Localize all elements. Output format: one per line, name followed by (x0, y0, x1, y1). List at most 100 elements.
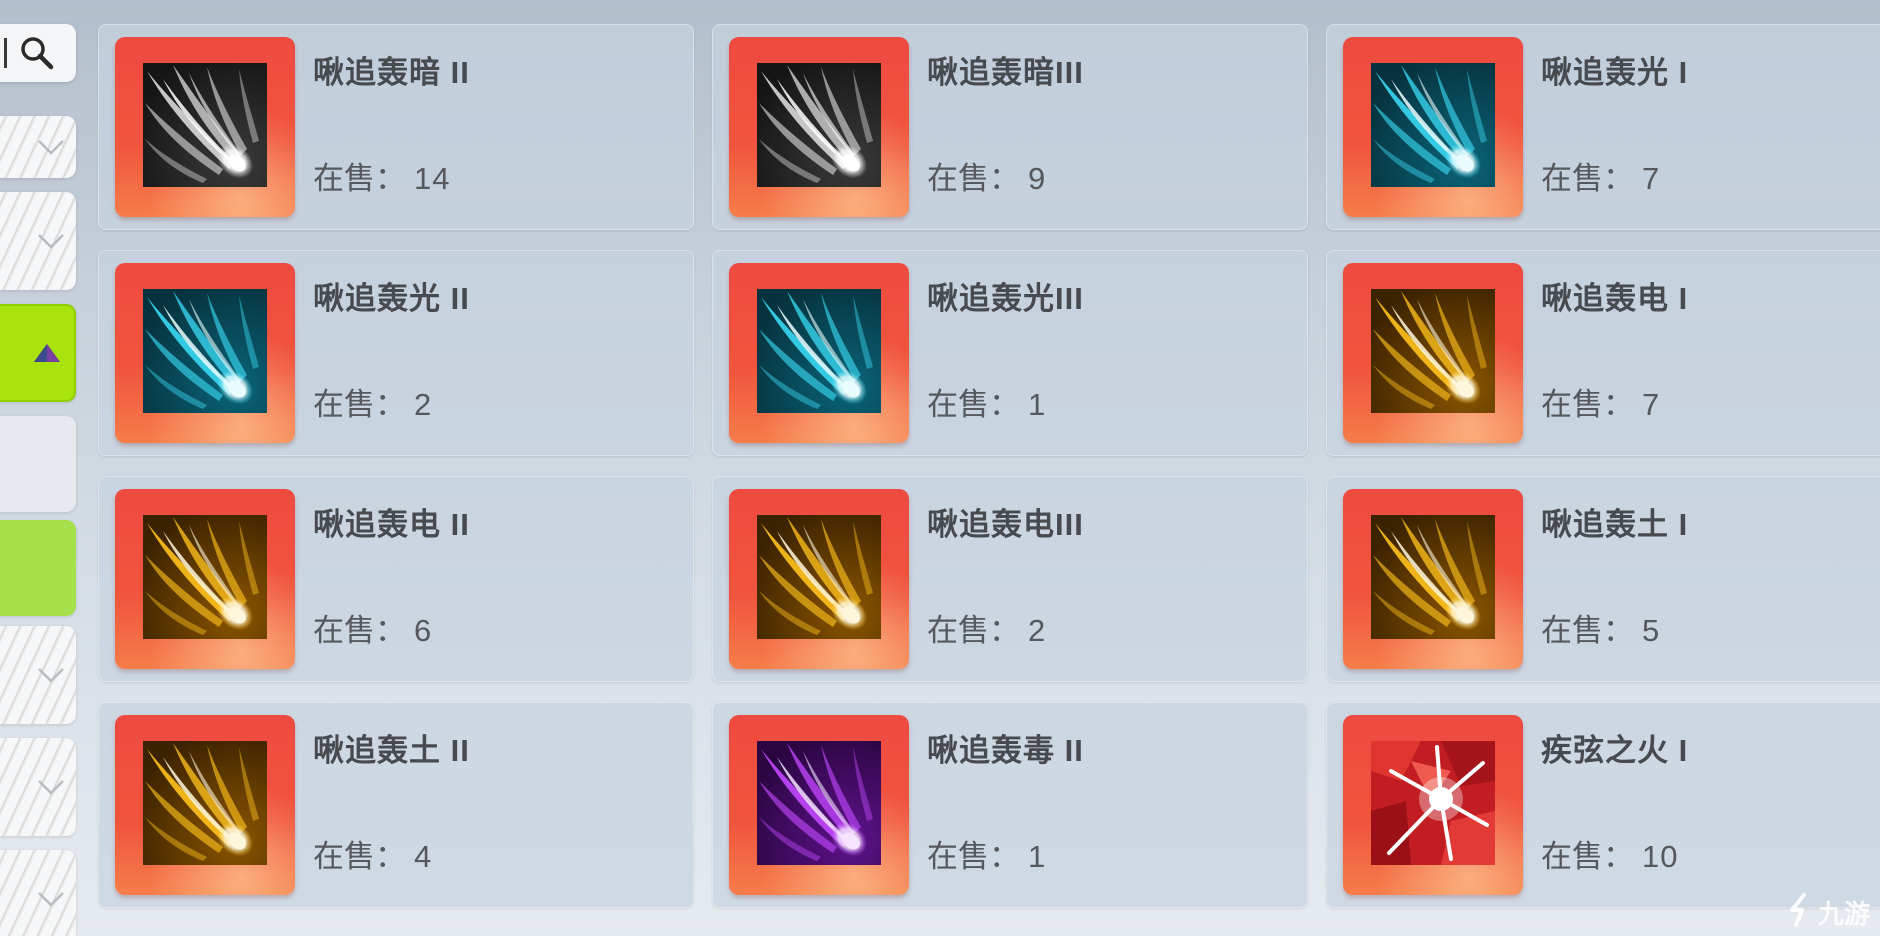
thunder-skill-icon (757, 515, 881, 639)
jiuyou-logo-icon (1790, 893, 1806, 927)
item-name: 啾追轰电 II (313, 507, 470, 542)
stock-label: 在售： (927, 839, 1020, 874)
item-card[interactable]: 啾追轰土 II 在售： 4 (98, 702, 694, 908)
category-tab-blank[interactable] (0, 416, 76, 512)
category-tab-3[interactable] (0, 626, 76, 724)
search-cursor (4, 38, 7, 68)
item-icon-frame (729, 37, 909, 217)
item-card[interactable]: 啾追轰土 I 在售： 5 (1326, 476, 1880, 682)
item-card[interactable]: 啾追轰毒 II 在售： 1 (712, 702, 1308, 908)
stock-count: 7 (1642, 161, 1661, 196)
item-icon-frame (1343, 715, 1523, 895)
search-box[interactable] (0, 24, 76, 82)
stock-count: 1 (1028, 387, 1047, 422)
search-icon[interactable] (18, 34, 56, 72)
stock-count: 7 (1642, 387, 1661, 422)
category-tab-lime[interactable] (0, 520, 76, 616)
item-card[interactable]: 啾追轰暗 II 在售： 14 (98, 24, 694, 230)
earth-skill-icon (1371, 515, 1495, 639)
earth-skill-icon (143, 741, 267, 865)
stock-count: 2 (1028, 613, 1047, 648)
item-icon-frame (729, 489, 909, 669)
category-tab-2[interactable] (0, 192, 76, 290)
stock-label: 在售： (313, 613, 406, 648)
category-tab-1[interactable] (0, 116, 76, 178)
stock-label: 在售： (313, 839, 406, 874)
light-skill-icon (1371, 63, 1495, 187)
item-name: 啾追轰暗 II (313, 55, 470, 90)
item-name: 啾追轰光 I (1541, 55, 1689, 90)
category-tab-5[interactable] (0, 850, 76, 936)
fire-skill-icon (1371, 741, 1495, 865)
item-stock: 在售： 4 (313, 831, 432, 876)
triangle-up-icon (34, 344, 60, 362)
item-stock: 在售： 1 (927, 831, 1046, 876)
chevron-down-icon (38, 780, 64, 795)
thunder-skill-icon (1371, 289, 1495, 413)
item-icon-frame (1343, 37, 1523, 217)
item-stock: 在售： 6 (313, 605, 432, 650)
light-skill-icon (143, 289, 267, 413)
stock-label: 在售： (927, 387, 1020, 422)
stock-label: 在售： (1541, 839, 1634, 874)
stock-count: 14 (414, 161, 451, 196)
item-name: 疾弦之火 I (1541, 733, 1689, 768)
item-card[interactable]: 啾追轰电 I 在售： 7 (1326, 250, 1880, 456)
item-icon-frame (1343, 489, 1523, 669)
item-name: 啾追轰电III (927, 507, 1084, 542)
stock-count: 1 (1028, 839, 1047, 874)
stock-count: 5 (1642, 613, 1661, 648)
stock-count: 2 (414, 387, 433, 422)
category-tab-4[interactable] (0, 738, 76, 836)
item-name: 啾追轰暗III (927, 55, 1084, 90)
item-card[interactable]: 啾追轰电III 在售： 2 (712, 476, 1308, 682)
item-stock: 在售： 2 (313, 379, 432, 424)
stock-count: 10 (1642, 839, 1679, 874)
stock-label: 在售： (927, 613, 1020, 648)
stock-label: 在售： (1541, 613, 1634, 648)
item-icon-frame (729, 715, 909, 895)
chevron-down-icon (38, 668, 64, 683)
dark-skill-icon (143, 63, 267, 187)
item-icon-frame (115, 489, 295, 669)
category-tab-selected[interactable] (0, 304, 76, 402)
item-stock: 在售： 7 (1541, 379, 1660, 424)
item-icon-frame (115, 37, 295, 217)
stock-label: 在售： (927, 161, 1020, 196)
dark-skill-icon (757, 63, 881, 187)
item-card[interactable]: 啾追轰光 I 在售： 7 (1326, 24, 1880, 230)
item-card[interactable]: 疾弦之火 I 在售： 10 (1326, 702, 1880, 908)
stock-count: 4 (414, 839, 433, 874)
item-name: 啾追轰土 I (1541, 507, 1689, 542)
item-icon-frame (115, 715, 295, 895)
poison-skill-icon (757, 741, 881, 865)
item-icon-frame (115, 263, 295, 443)
watermark-text: 九游 (1818, 899, 1871, 929)
item-card[interactable]: 啾追轰光III 在售： 1 (712, 250, 1308, 456)
item-card[interactable]: 啾追轰电 II 在售： 6 (98, 476, 694, 682)
item-stock: 在售： 5 (1541, 605, 1660, 650)
stock-label: 在售： (313, 161, 406, 196)
stock-label: 在售： (1541, 387, 1634, 422)
item-name: 啾追轰光 II (313, 281, 470, 316)
stock-label: 在售： (1541, 161, 1634, 196)
stock-label: 在售： (313, 387, 406, 422)
item-stock: 在售： 1 (927, 379, 1046, 424)
thunder-skill-icon (143, 515, 267, 639)
item-stock: 在售： 14 (313, 153, 450, 198)
watermark-logo: 九游 (1784, 890, 1876, 930)
stock-count: 6 (414, 613, 433, 648)
item-name: 啾追轰光III (927, 281, 1084, 316)
item-card[interactable]: 啾追轰暗III 在售： 9 (712, 24, 1308, 230)
item-name: 啾追轰电 I (1541, 281, 1689, 316)
item-icon-frame (1343, 263, 1523, 443)
stock-count: 9 (1028, 161, 1047, 196)
item-card[interactable]: 啾追轰光 II 在售： 2 (98, 250, 694, 456)
chevron-down-icon (38, 234, 64, 249)
item-name: 啾追轰毒 II (927, 733, 1084, 768)
chevron-down-icon (38, 892, 64, 907)
chevron-down-icon (38, 140, 64, 155)
item-stock: 在售： 9 (927, 153, 1046, 198)
item-icon-frame (729, 263, 909, 443)
item-stock: 在售： 7 (1541, 153, 1660, 198)
